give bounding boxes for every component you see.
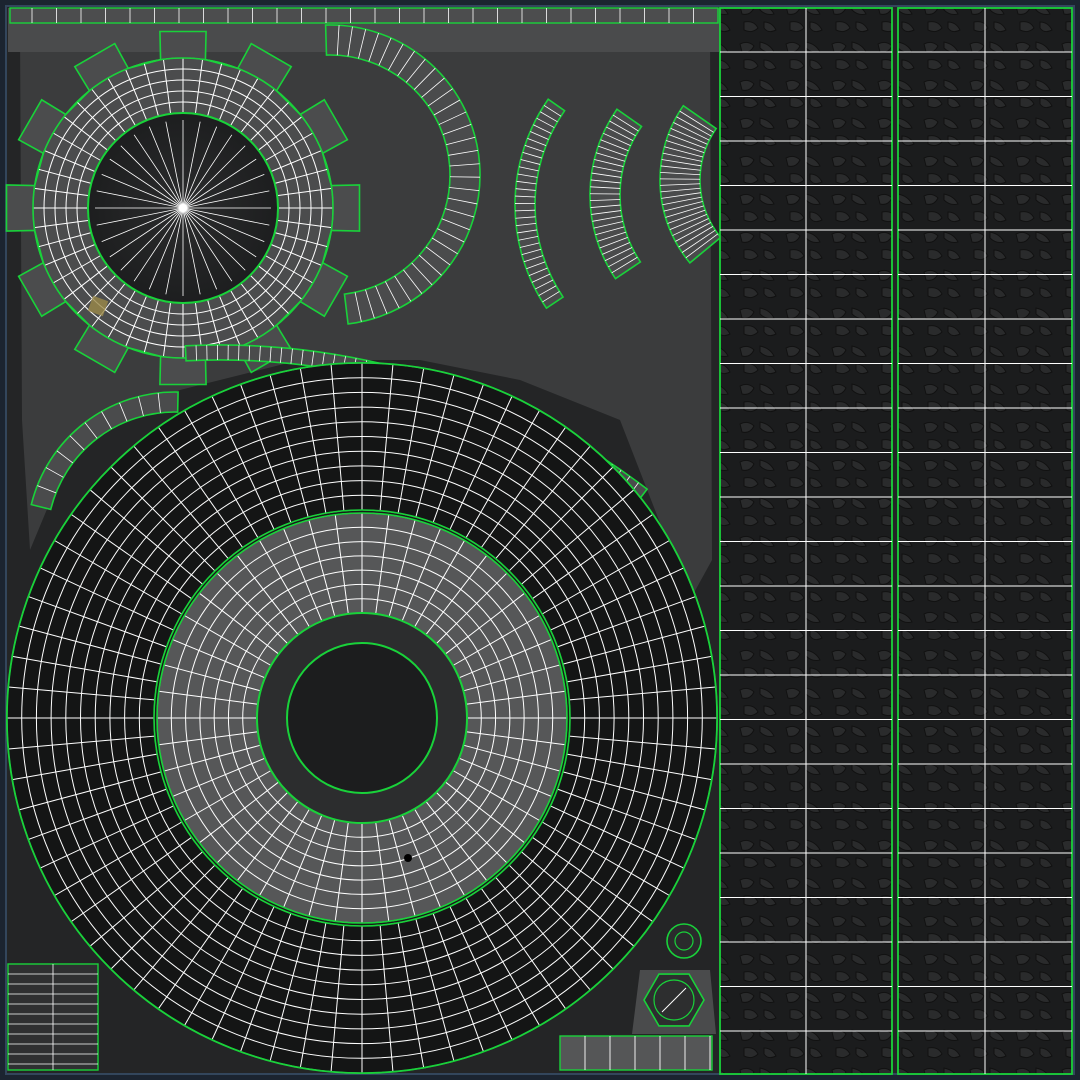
bottom-strip-island <box>559 1035 713 1071</box>
top-strip-island <box>9 7 719 24</box>
small-ring-island <box>666 923 702 959</box>
uv-viewport[interactable] <box>0 0 1080 1080</box>
hexagon-icon[interactable] <box>632 970 716 1034</box>
tread-strip-left[interactable] <box>719 7 893 1075</box>
tread-strip-right[interactable] <box>897 7 1073 1075</box>
corner-grid-island <box>7 963 99 1071</box>
tire-icon[interactable] <box>6 362 718 1074</box>
